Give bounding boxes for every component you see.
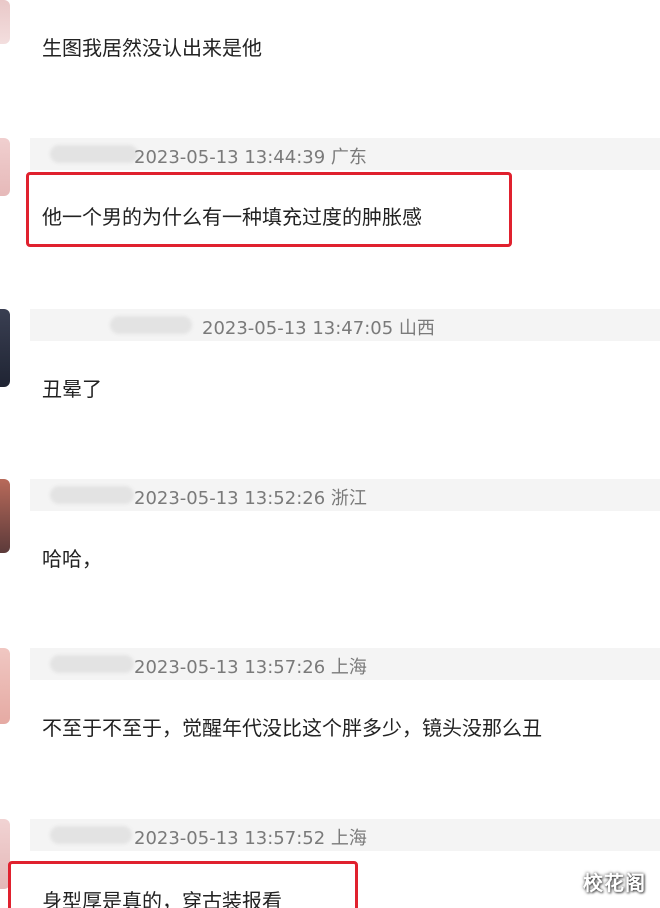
comment-timestamp-location: 2023-05-13 13:57:52 上海 bbox=[134, 828, 367, 849]
comment-text: 不至于不至于，觉醒年代没比这个胖多少，镜头没那么丑 bbox=[42, 716, 542, 740]
user-avatar-icon[interactable] bbox=[0, 479, 10, 553]
username-blurred[interactable] bbox=[50, 826, 132, 844]
username-blurred[interactable] bbox=[50, 655, 134, 673]
comment-timestamp-location: 2023-05-13 13:44:39 广东 bbox=[134, 147, 367, 168]
comment-timestamp-location: 2023-05-13 13:47:05 山西 bbox=[202, 318, 435, 339]
username-blurred[interactable] bbox=[50, 486, 134, 504]
user-avatar-icon[interactable] bbox=[0, 309, 10, 387]
watermark-logo: 校花阁 bbox=[583, 871, 646, 895]
comment-text: 他一个男的为什么有一种填充过度的肿胀感 bbox=[42, 205, 422, 229]
comment-meta-bar: 2023-05-13 13:44:39 广东 bbox=[30, 138, 660, 170]
comment-meta-bar: 2023-05-13 13:57:26 上海 bbox=[30, 648, 660, 680]
user-avatar-icon[interactable] bbox=[0, 648, 10, 724]
comment-text: 生图我居然没认出来是他 bbox=[42, 36, 262, 60]
comment-meta-bar: 2023-05-13 13:57:52 上海 bbox=[30, 819, 660, 851]
comment-text: 身型厚是真的，穿古装报看 bbox=[42, 889, 282, 908]
comment-meta-bar: 2023-05-13 13:52:26 浙江 bbox=[30, 479, 660, 511]
comment-text: 哈哈， bbox=[42, 547, 102, 571]
comment-timestamp-location: 2023-05-13 13:57:26 上海 bbox=[134, 657, 367, 678]
comment-feed: 生图我居然没认出来是他 2023-05-13 13:44:39 广东 他一个男的… bbox=[0, 0, 660, 908]
comment-meta-bar: 2023-05-13 13:47:05 山西 bbox=[30, 309, 660, 341]
user-avatar-icon[interactable] bbox=[0, 0, 10, 44]
comment-text: 丑晕了 bbox=[42, 377, 102, 401]
username-blurred[interactable] bbox=[50, 145, 138, 163]
user-avatar-icon[interactable] bbox=[0, 138, 10, 196]
username-blurred[interactable] bbox=[110, 316, 192, 334]
comment-timestamp-location: 2023-05-13 13:52:26 浙江 bbox=[134, 488, 367, 509]
